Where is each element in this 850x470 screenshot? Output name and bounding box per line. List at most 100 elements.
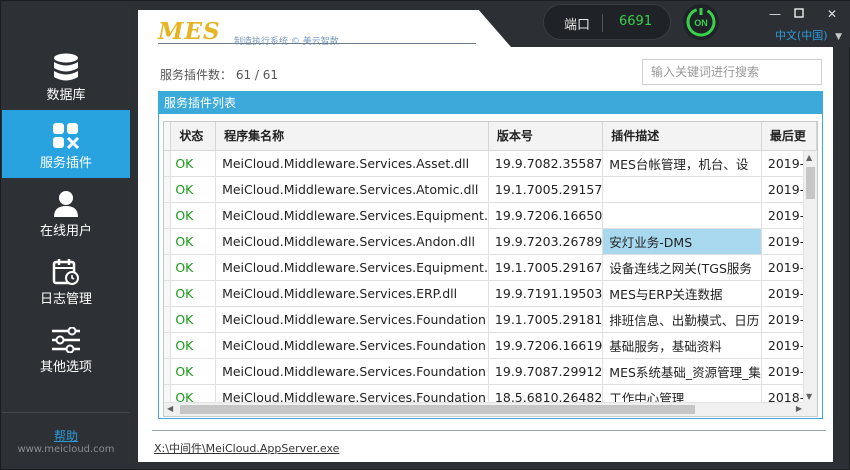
table-row[interactable]: OK MeiCloud.Middleware.Services.Equipmen… bbox=[164, 202, 817, 229]
close-icon[interactable]: ✕ bbox=[825, 7, 839, 21]
status-cell: OK bbox=[170, 150, 217, 177]
name-cell: MeiCloud.Middleware.Services.ERP.dll bbox=[215, 280, 489, 307]
executable-path-link[interactable]: X:\中间件\MeiCloud.AppServer.exe bbox=[154, 440, 339, 456]
port-indicator: 端口 6691 bbox=[543, 4, 671, 40]
version-cell: 19.9.7206.16619 bbox=[488, 332, 604, 359]
language-select[interactable]: 中文(中国) ▼ bbox=[775, 27, 842, 43]
sidebar-item-label: 其他选项 bbox=[39, 360, 92, 375]
row-header[interactable] bbox=[164, 176, 172, 203]
column-header-name[interactable]: 程序集名称 bbox=[215, 122, 489, 151]
sidebar-divider bbox=[2, 412, 130, 413]
sidebar-item-database[interactable]: 数据库 bbox=[2, 42, 130, 110]
sidebar-item-label: 日志管理 bbox=[39, 292, 92, 307]
sidebar-item-online-users[interactable]: 在线用户 bbox=[2, 178, 130, 246]
scroll-up-icon[interactable]: ▲ bbox=[806, 153, 812, 162]
scroll-down-icon[interactable]: ▼ bbox=[806, 392, 812, 401]
description-cell: MES系统基础_资源管理_集 bbox=[602, 358, 762, 385]
table-row[interactable]: OK MeiCloud.Middleware.Services.Foundati… bbox=[164, 332, 817, 359]
language-value: 中文(中国) bbox=[775, 29, 828, 42]
column-header-status[interactable]: 状态 bbox=[170, 122, 217, 151]
logo-text: MES bbox=[158, 18, 221, 45]
horizontal-scrollbar[interactable]: ◀ ▶ bbox=[164, 402, 805, 416]
version-cell: 19.9.7191.19503 bbox=[488, 280, 604, 307]
description-cell: 设备连线之网关(TGS服务 bbox=[602, 254, 762, 281]
name-cell: MeiCloud.Middleware.Services.Foundation bbox=[215, 358, 489, 385]
power-icon: ON bbox=[686, 7, 716, 37]
name-cell: MeiCloud.Middleware.Services.Foundation bbox=[215, 306, 489, 333]
scroll-right-icon[interactable]: ▶ bbox=[796, 404, 802, 413]
name-cell: MeiCloud.Middleware.Services.Atomic.dll bbox=[215, 176, 489, 203]
plugin-count-value: 61 / 61 bbox=[235, 68, 279, 82]
status-cell: OK bbox=[170, 280, 217, 307]
sidebar-item-logs[interactable]: 日志管理 bbox=[2, 246, 130, 314]
status-cell: OK bbox=[170, 306, 217, 333]
panel-title: 服务插件列表 bbox=[159, 92, 822, 114]
help-link[interactable]: 帮助 bbox=[2, 427, 130, 444]
vertical-scroll-thumb[interactable] bbox=[806, 167, 815, 199]
row-header[interactable] bbox=[164, 358, 172, 385]
plugin-count: 服务插件数： 61 / 61 bbox=[160, 66, 278, 83]
table-header-row: 状态 程序集名称 版本号 插件描述 最后更 bbox=[164, 122, 817, 151]
sidebar-item-plugins[interactable]: 服务插件 bbox=[2, 110, 130, 178]
description-cell: 基础服务，基础资料 bbox=[602, 332, 762, 359]
column-header-last-updated[interactable]: 最后更 bbox=[761, 122, 817, 151]
maximize-icon[interactable] bbox=[792, 7, 806, 21]
status-cell: OK bbox=[170, 202, 217, 229]
table-row[interactable]: OK MeiCloud.Middleware.Services.Foundati… bbox=[164, 306, 817, 333]
name-cell: MeiCloud.Middleware.Services.Equipment. bbox=[215, 254, 489, 281]
sidebar: 数据库 服务插件 在线用户 日志管理 其他选项 帮助 www.meicloud.… bbox=[2, 2, 130, 469]
power-toggle-button[interactable]: ON bbox=[683, 4, 719, 40]
row-header[interactable] bbox=[164, 254, 172, 281]
description-cell-selected[interactable]: 安灯业务-DMS bbox=[602, 228, 762, 255]
sidebar-item-label: 在线用户 bbox=[39, 224, 92, 239]
version-cell: 19.9.7203.26789 bbox=[488, 228, 604, 255]
name-cell: MeiCloud.Middleware.Services.Asset.dll bbox=[215, 150, 489, 177]
table-row[interactable]: OK MeiCloud.Middleware.Services.Asset.dl… bbox=[164, 150, 817, 177]
row-header[interactable] bbox=[164, 228, 172, 255]
table-row[interactable]: OK MeiCloud.Middleware.Services.ERP.dll … bbox=[164, 280, 817, 307]
port-value: 6691 bbox=[619, 14, 653, 29]
logo-underline bbox=[158, 43, 476, 44]
version-cell: 19.9.7087.29912 bbox=[488, 358, 604, 385]
description-cell bbox=[602, 202, 762, 229]
sidebar-item-label: 服务插件 bbox=[39, 156, 92, 171]
database-icon bbox=[2, 52, 130, 84]
description-cell: 排班信息、出勤模式、日历 bbox=[602, 306, 762, 333]
horizontal-scroll-thumb[interactable] bbox=[180, 405, 695, 414]
description-cell bbox=[602, 176, 762, 203]
search-input[interactable]: 输入关键词进行搜索 bbox=[642, 59, 822, 85]
column-header-version[interactable]: 版本号 bbox=[488, 122, 604, 151]
sidebar-item-other-options[interactable]: 其他选项 bbox=[2, 314, 130, 382]
description-cell: MES台帐管理，机台、设 bbox=[602, 150, 762, 177]
footer-divider bbox=[152, 430, 826, 431]
row-header[interactable] bbox=[164, 150, 172, 177]
plugin-tools-icon bbox=[2, 120, 130, 152]
version-cell: 19.1.7005.29157 bbox=[488, 176, 604, 203]
row-header[interactable] bbox=[164, 332, 172, 359]
plugin-count-label: 服务插件数： bbox=[160, 68, 233, 82]
minimize-icon[interactable]: — bbox=[768, 7, 782, 21]
header-slant-decoration bbox=[471, 1, 543, 47]
port-separator bbox=[602, 14, 603, 32]
column-header-description[interactable]: 插件描述 bbox=[602, 122, 762, 151]
version-cell: 19.1.7005.29181 bbox=[488, 306, 604, 333]
logo: MES 制造执行系统 © 美云智数 bbox=[158, 18, 339, 47]
scroll-left-icon[interactable]: ◀ bbox=[167, 404, 173, 413]
table-row[interactable]: OK MeiCloud.Middleware.Services.Atomic.d… bbox=[164, 176, 817, 203]
version-cell: 19.1.7005.29167 bbox=[488, 254, 604, 281]
table-row-selected[interactable]: OK MeiCloud.Middleware.Services.Andon.dl… bbox=[164, 228, 817, 255]
power-label: ON bbox=[694, 18, 708, 28]
table-row[interactable]: OK MeiCloud.Middleware.Services.Foundati… bbox=[164, 358, 817, 385]
plugin-list-panel: 服务插件列表 状态 程序集名称 版本号 插件描述 最后更 OK MeiCloud… bbox=[158, 91, 823, 419]
status-cell: OK bbox=[170, 254, 217, 281]
description-cell: MES与ERP关连数据 bbox=[602, 280, 762, 307]
row-header-corner bbox=[164, 122, 172, 151]
row-header[interactable] bbox=[164, 202, 172, 229]
status-cell: OK bbox=[170, 176, 217, 203]
name-cell: MeiCloud.Middleware.Services.Foundation bbox=[215, 332, 489, 359]
row-header[interactable] bbox=[164, 280, 172, 307]
user-icon bbox=[2, 188, 130, 220]
row-header[interactable] bbox=[164, 306, 172, 333]
table-row[interactable]: OK MeiCloud.Middleware.Services.Equipmen… bbox=[164, 254, 817, 281]
vertical-scrollbar[interactable]: ▲ ▼ bbox=[803, 151, 817, 403]
